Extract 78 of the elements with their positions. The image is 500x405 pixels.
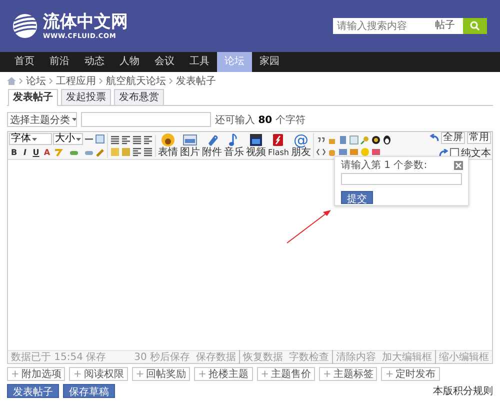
format-button[interactable]: B [9, 147, 19, 158]
align-icon[interactable] [132, 134, 142, 144]
autosave-note: 30 秒后保存 [134, 350, 190, 364]
parameter-field[interactable] [341, 173, 462, 185]
chevron-icon [99, 78, 103, 84]
globe-logo-icon [12, 13, 38, 39]
rules-link[interactable]: 本版积分规则 [433, 384, 493, 398]
size-select[interactable]: 大小 [53, 133, 83, 145]
breadcrumb-link[interactable]: 航空航天论坛 [106, 74, 166, 88]
mention-button[interactable]: @ 朋友 [290, 133, 311, 158]
flash-button[interactable]: Flash [268, 133, 289, 158]
nav-item[interactable]: 动态 [77, 52, 112, 72]
nav-item[interactable]: 家园 [252, 52, 287, 72]
option-button[interactable]: + 定时发布 [381, 367, 440, 381]
font-select[interactable]: 字体 [9, 133, 52, 145]
caret-icon [72, 118, 76, 121]
nav-item[interactable]: 前沿 [42, 52, 77, 72]
video-button[interactable]: 视频 [246, 133, 266, 158]
tab[interactable]: 发起投票 [61, 89, 111, 105]
undo-icon[interactable] [430, 134, 439, 141]
option-button[interactable]: + 主题售价 [256, 367, 315, 381]
pointer-arrow [286, 208, 332, 244]
attach-button[interactable]: 附件 [202, 133, 222, 158]
code-icon[interactable] [316, 146, 326, 156]
common-button[interactable]: 常用 [467, 132, 491, 144]
caret-icon [32, 138, 37, 140]
chevron-icon [169, 78, 173, 84]
option-button[interactable]: + 附加选项 [7, 367, 66, 381]
save-status: 数据已于 15:54 保存 [11, 351, 106, 364]
table-icon[interactable] [95, 134, 105, 144]
site-title: 流体中文网 [43, 12, 128, 32]
char-count-hint: 还可输入 80 个字符 [215, 114, 306, 126]
image-button[interactable]: 图片 [180, 133, 200, 158]
chevron-icon [49, 78, 53, 84]
format-button[interactable]: U [31, 147, 41, 158]
format-button[interactable]: A [42, 147, 52, 158]
search-field[interactable]: 请输入搜索内容 [333, 18, 427, 34]
tab[interactable]: 发表帖子 [8, 89, 58, 106]
numbered-list-icon[interactable] [132, 146, 142, 156]
clapperboard-icon[interactable] [249, 133, 263, 147]
save-draft-button[interactable]: 保存草稿 [63, 384, 115, 398]
fullscreen-button[interactable]: 全屏 [441, 132, 465, 144]
align-icon[interactable] [143, 134, 153, 144]
search-button[interactable] [463, 18, 487, 34]
breadcrumb-link[interactable]: 论坛 [26, 74, 46, 88]
submit-button[interactable]: 提交 [341, 191, 373, 204]
subject-field[interactable] [81, 112, 211, 127]
flash-icon[interactable] [271, 133, 286, 147]
home-icon[interactable] [7, 76, 16, 84]
option-button[interactable]: + 主题标签 [318, 367, 378, 381]
align-icon[interactable] [121, 134, 131, 144]
breadcrumb-link[interactable]: 发表帖子 [176, 74, 216, 88]
option-button[interactable]: + 阅读权限 [69, 367, 128, 381]
nav-item[interactable]: 会议 [147, 52, 182, 72]
nav-item[interactable]: 人物 [112, 52, 147, 72]
post-button[interactable]: 发表帖子 [7, 384, 59, 398]
breadcrumb-link[interactable]: 工程应用 [56, 74, 96, 88]
category-select[interactable]: 选择主题分类 [7, 112, 77, 127]
option-button[interactable]: + 抢楼主题 [194, 367, 253, 381]
nav-item[interactable]: 工具 [182, 52, 217, 72]
redo-icon[interactable] [439, 149, 448, 156]
quote-icon[interactable] [316, 134, 326, 144]
tab[interactable]: 发布悬赏 [114, 89, 164, 105]
image-icon[interactable] [183, 133, 197, 147]
bullet-list-icon[interactable] [143, 146, 153, 156]
align-icon[interactable] [110, 134, 120, 144]
smiley-button[interactable]: 表情 [158, 133, 178, 158]
music-button[interactable]: 音乐 [224, 133, 244, 158]
option-button[interactable]: + 回帖奖励 [132, 367, 190, 381]
search-scope[interactable]: 帖子 [427, 18, 463, 34]
checkbox-label: 纯文本 [461, 146, 491, 160]
caret-icon [76, 138, 81, 140]
format-button[interactable]: I [20, 147, 30, 158]
dialog-prompt: 请输入第 1 个参数: [341, 160, 428, 171]
close-icon[interactable] [454, 161, 463, 170]
search-icon [470, 21, 480, 31]
chevron-icon [19, 78, 23, 84]
nav-item[interactable]: 首页 [7, 52, 42, 72]
